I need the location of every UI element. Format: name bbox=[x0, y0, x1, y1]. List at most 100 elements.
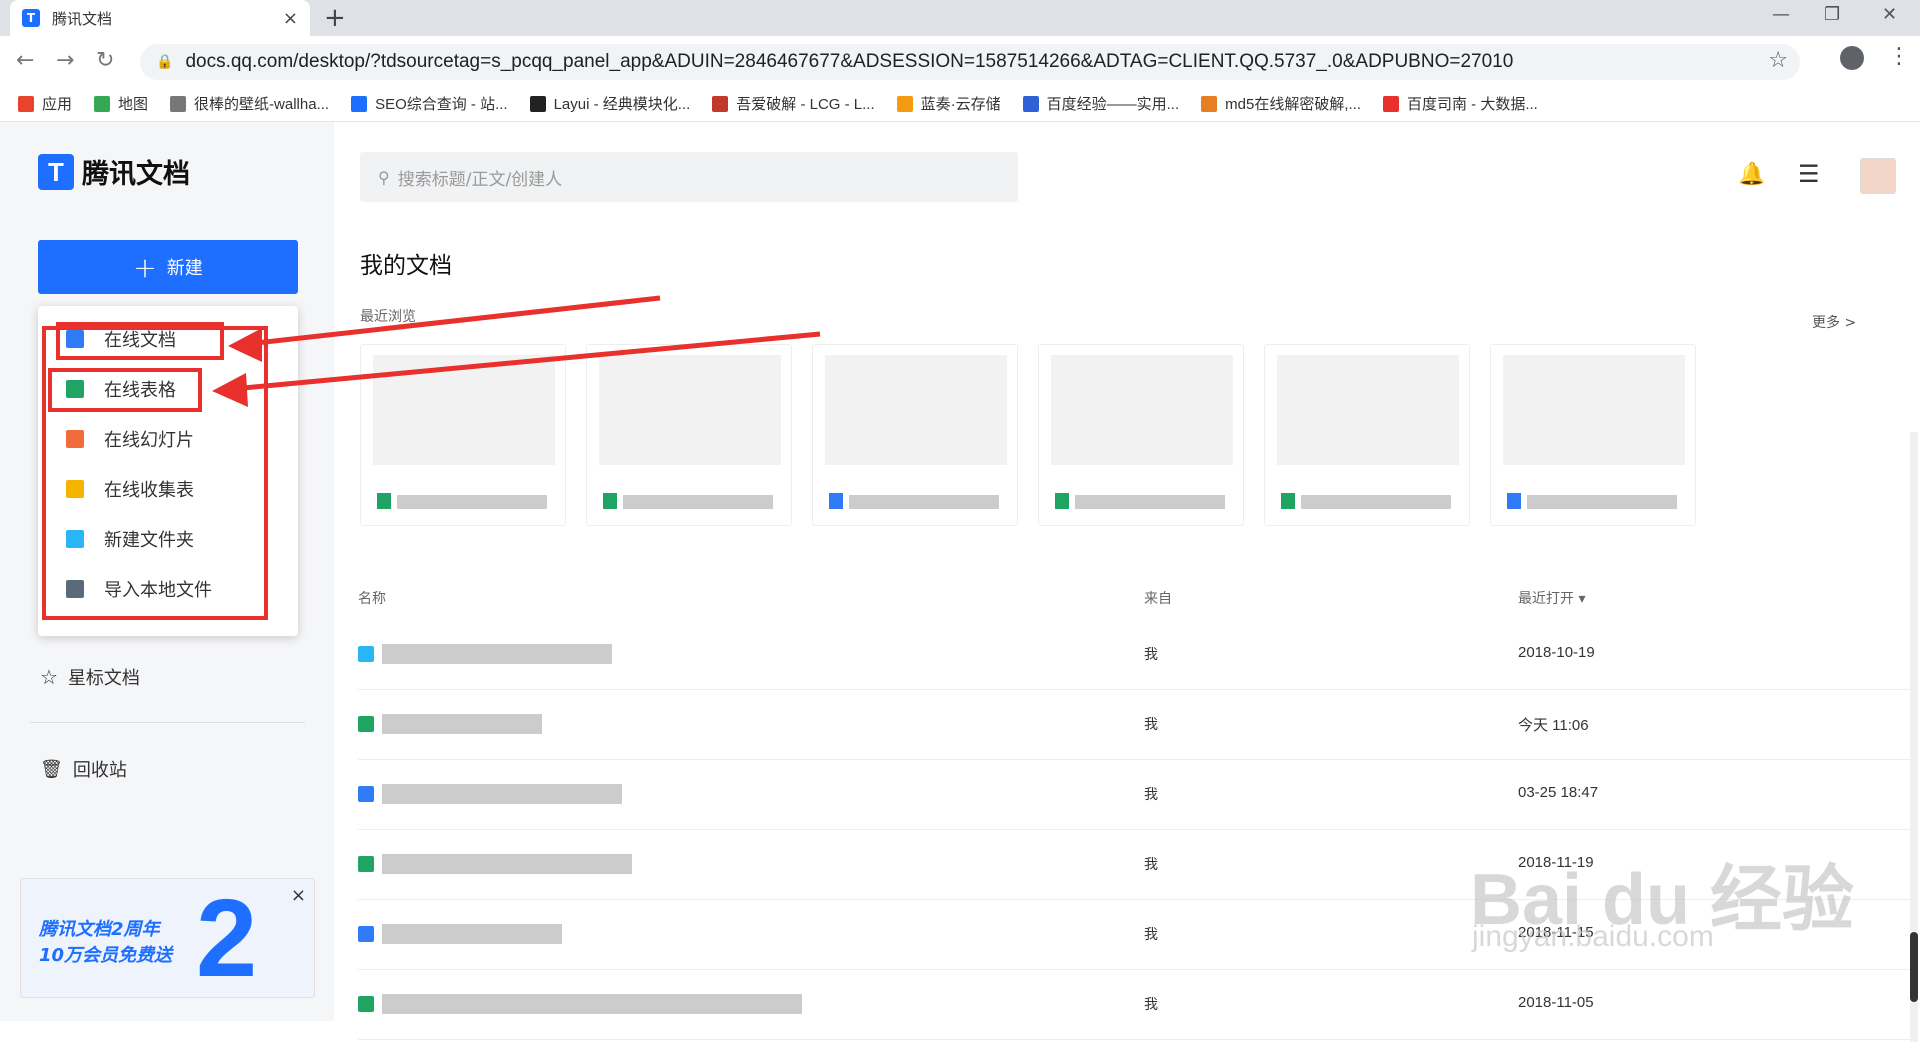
table-row[interactable]: 我 2018-11-05 bbox=[358, 970, 1910, 1040]
bookmark-item[interactable]: 地图 bbox=[94, 93, 148, 114]
card-thumbnail bbox=[1277, 355, 1459, 465]
file-type-icon bbox=[377, 493, 391, 509]
browser-toolbar: ← → ↻ 🔒 docs.qq.com/desktop/?tdsourcetag… bbox=[0, 36, 1920, 86]
bookmark-label: 蓝奏·云存储 bbox=[920, 96, 1001, 113]
watermark-url: jingyan.baidu.com bbox=[1472, 920, 1714, 953]
list-menu-icon[interactable]: ☰ bbox=[1798, 160, 1820, 188]
tencent-docs-favicon-icon: T bbox=[22, 9, 40, 27]
window-close-icon[interactable]: ✕ bbox=[1882, 4, 1897, 25]
sidebar-item-trash[interactable]: 🗑 回收站 bbox=[40, 756, 127, 782]
bookmark-favicon-icon bbox=[712, 95, 729, 112]
address-url: docs.qq.com/desktop/?tdsourcetag=s_pcqq_… bbox=[185, 51, 1514, 72]
file-name-blurred bbox=[382, 854, 632, 874]
plus-icon: + bbox=[133, 250, 157, 284]
lock-icon: 🔒 bbox=[156, 54, 174, 70]
file-type-icon bbox=[1055, 493, 1069, 509]
card-title-blurred bbox=[1075, 495, 1225, 509]
avatar[interactable] bbox=[1860, 158, 1896, 194]
minimize-icon[interactable]: — bbox=[1772, 4, 1790, 25]
bookmarks-bar: 应用 地图 很棒的壁纸-wallha... SEO综合查询 - 站... Layui -… bbox=[0, 86, 1920, 122]
tencent-docs-logo-icon: T bbox=[38, 153, 74, 190]
bookmark-item[interactable]: 应用 bbox=[18, 93, 72, 114]
more-link[interactable]: 更多 > bbox=[1812, 312, 1856, 332]
profile-avatar-icon[interactable] bbox=[1840, 46, 1864, 70]
recent-card[interactable] bbox=[1490, 344, 1696, 526]
bookmark-item[interactable]: SEO综合查询 - 站... bbox=[351, 93, 508, 114]
search-input[interactable]: ⚲ 搜索标题/正文/创建人 bbox=[360, 152, 1018, 202]
bookmark-label: 很棒的壁纸-wallha... bbox=[194, 96, 330, 113]
new-button[interactable]: + 新建 bbox=[38, 240, 298, 294]
recent-card[interactable] bbox=[360, 344, 566, 526]
card-title-blurred bbox=[1527, 495, 1677, 509]
promo-2-graphic: 2 bbox=[196, 877, 258, 1000]
bookmark-item[interactable]: Layui - 经典模块化... bbox=[529, 93, 690, 114]
recent-card[interactable] bbox=[586, 344, 792, 526]
browser-tab[interactable]: T 腾讯文档 × bbox=[10, 0, 310, 36]
browser-menu-icon[interactable]: ⋮ bbox=[1888, 44, 1910, 69]
forward-icon[interactable]: → bbox=[56, 48, 74, 73]
recent-card[interactable] bbox=[812, 344, 1018, 526]
new-tab-button[interactable]: + bbox=[324, 4, 346, 32]
card-title-blurred bbox=[849, 495, 999, 509]
bookmark-favicon-icon bbox=[351, 95, 368, 112]
new-button-label: 新建 bbox=[166, 258, 203, 279]
annotation-box-menu bbox=[42, 326, 268, 620]
bookmark-label: 百度经验——实用... bbox=[1046, 96, 1180, 113]
file-type-icon bbox=[1507, 493, 1521, 509]
card-thumbnail bbox=[373, 355, 555, 465]
column-header-name[interactable]: 名称 bbox=[358, 588, 386, 608]
tab-close-icon[interactable]: × bbox=[283, 8, 298, 29]
trash-icon: 🗑 bbox=[40, 758, 63, 780]
bookmark-label: md5在线解密破解,... bbox=[1225, 96, 1362, 113]
file-name-blurred bbox=[382, 644, 612, 664]
bookmark-favicon-icon bbox=[94, 95, 111, 112]
bookmark-item[interactable]: 百度司南 - 大数据... bbox=[1383, 93, 1538, 114]
sidebar-item-label: 回收站 bbox=[72, 760, 127, 781]
bookmark-item[interactable]: 蓝奏·云存储 bbox=[896, 93, 1001, 114]
row-date: 2018-10-19 bbox=[1518, 644, 1595, 661]
scrollbar-thumb[interactable] bbox=[1910, 932, 1918, 1002]
column-header-from[interactable]: 来自 bbox=[1144, 588, 1172, 608]
sidebar-item-label: 星标文档 bbox=[67, 668, 140, 689]
table-row[interactable]: 我 2018-10-19 bbox=[358, 620, 1910, 690]
file-type-icon bbox=[358, 996, 374, 1012]
notification-bell-icon[interactable]: 🔔 bbox=[1738, 162, 1765, 187]
card-title-blurred bbox=[1301, 495, 1451, 509]
bookmark-label: 百度司南 - 大数据... bbox=[1407, 96, 1538, 113]
bookmark-item[interactable]: md5在线解密破解,... bbox=[1201, 93, 1361, 114]
bookmark-label: 吾爱破解 - LCG - L... bbox=[736, 96, 875, 113]
logo[interactable]: T 腾讯文档 bbox=[38, 152, 190, 191]
file-type-icon bbox=[603, 493, 617, 509]
bookmark-item[interactable]: 很棒的壁纸-wallha... bbox=[170, 93, 329, 114]
page-title: 我的文档 bbox=[360, 253, 452, 279]
scrollbar[interactable] bbox=[1910, 432, 1918, 1042]
promo-line2: 10万会员免费送 bbox=[39, 945, 173, 966]
column-header-opened[interactable]: 最近打开 ▾ bbox=[1518, 588, 1585, 608]
file-type-icon bbox=[829, 493, 843, 509]
back-icon[interactable]: ← bbox=[16, 48, 34, 73]
bookmark-item[interactable]: 百度经验——实用... bbox=[1022, 93, 1180, 114]
bookmark-star-icon[interactable]: ☆ bbox=[1768, 48, 1788, 73]
sidebar-item-starred[interactable]: ☆ 星标文档 bbox=[40, 664, 140, 690]
file-type-icon bbox=[358, 786, 374, 802]
table-row[interactable]: 我 今天 11:06 bbox=[358, 690, 1910, 760]
tab-title: 腾讯文档 bbox=[52, 9, 113, 28]
row-from: 我 bbox=[1144, 647, 1158, 663]
recent-card[interactable] bbox=[1264, 344, 1470, 526]
promo-banner[interactable]: 腾讯文档2周年 10万会员免费送 2 × bbox=[20, 878, 315, 998]
recent-heading: 最近浏览 bbox=[360, 309, 416, 325]
address-bar[interactable]: 🔒 docs.qq.com/desktop/?tdsourcetag=s_pcq… bbox=[140, 44, 1800, 80]
table-row[interactable]: 我 03-25 18:47 bbox=[358, 760, 1910, 830]
row-date: 03-25 18:47 bbox=[1518, 784, 1599, 801]
promo-close-icon[interactable]: × bbox=[291, 885, 306, 906]
file-type-icon bbox=[358, 716, 374, 732]
restore-icon[interactable]: ❐ bbox=[1824, 4, 1840, 25]
bookmark-item[interactable]: 吾爱破解 - LCG - L... bbox=[712, 93, 875, 114]
bookmark-favicon-icon bbox=[529, 95, 546, 112]
card-thumbnail bbox=[1503, 355, 1685, 465]
card-thumbnail bbox=[599, 355, 781, 465]
recent-card[interactable] bbox=[1038, 344, 1244, 526]
bookmark-favicon-icon bbox=[896, 95, 913, 112]
reload-icon[interactable]: ↻ bbox=[96, 48, 114, 73]
star-icon: ☆ bbox=[40, 665, 58, 689]
